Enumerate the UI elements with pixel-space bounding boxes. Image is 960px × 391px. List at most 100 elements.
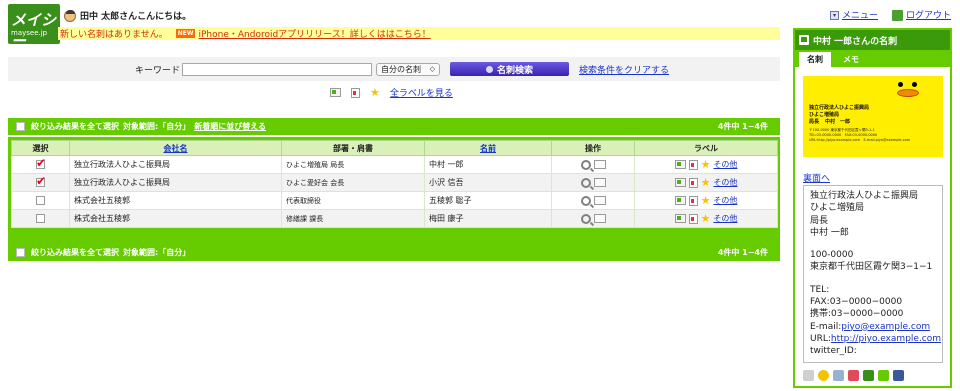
select-all-checkbox[interactable]: [16, 122, 25, 131]
tab-memo[interactable]: メモ: [835, 52, 867, 67]
name-cell: 中村 一郎: [424, 155, 552, 174]
header-name[interactable]: 名前: [424, 140, 552, 156]
card-label-icon[interactable]: [351, 87, 360, 98]
header-dept: 部署・肩書: [281, 140, 425, 156]
star-label-icon[interactable]: ★: [701, 195, 711, 206]
row-checkbox[interactable]: [36, 157, 46, 170]
notice-text: 新しい名刺はありません。: [60, 30, 168, 40]
scope-select[interactable]: 自分の名刺 ◇: [376, 62, 440, 76]
info-url-link[interactable]: http://piyo.example.com: [831, 334, 941, 344]
name-cell: 小沢 信吾: [424, 173, 552, 192]
greeting: 田中 太郎さんこんにちは。: [64, 9, 191, 22]
star-label-icon[interactable]: ★: [370, 87, 380, 98]
card-name: 中村 一郎: [825, 119, 851, 125]
label-filter-bar: ★ 全ラベルを見る: [330, 86, 453, 99]
header-select: 選択: [11, 140, 70, 156]
keyword-label: キーワード: [135, 65, 181, 76]
all-labels-link[interactable]: 全ラベルを見る: [390, 86, 453, 99]
star-label-icon[interactable]: ★: [701, 159, 711, 170]
mail-icon[interactable]: [593, 178, 606, 187]
search-button[interactable]: 名刺検索: [450, 62, 569, 76]
envelope-label-icon[interactable]: [674, 160, 686, 169]
card-label-icon[interactable]: [688, 195, 698, 206]
tab-card[interactable]: 名刺: [799, 52, 831, 67]
sort-company-link[interactable]: 会社名: [164, 144, 188, 153]
envelope-label-icon[interactable]: [674, 196, 686, 205]
info-name: 中村 一郎: [810, 227, 849, 238]
sort-name-link[interactable]: 名前: [480, 144, 496, 153]
header-company[interactable]: 会社名: [69, 140, 282, 156]
view-icon[interactable]: [580, 159, 591, 170]
card-org1: 独立行政法人ひよこ振興局: [809, 105, 870, 111]
card-back-link[interactable]: 裏面へ: [803, 171, 830, 184]
info-mobile: 携帯:03−0000−0000: [810, 309, 904, 320]
company-cell: 独立行政法人ひよこ振興局: [69, 173, 282, 192]
card-label-icon[interactable]: [688, 177, 698, 188]
select-all-checkbox[interactable]: [16, 248, 25, 257]
info-email-link[interactable]: piyo@example.com: [841, 322, 930, 332]
chart-icon[interactable]: [848, 370, 859, 381]
business-card-image[interactable]: 独立行政法人ひよこ振興局 ひよこ増殖局 局長 中村 一郎 〒100-0000 東…: [803, 76, 943, 157]
mail-icon[interactable]: [593, 214, 606, 223]
envelope-label-icon[interactable]: [674, 178, 686, 187]
other-labels-link[interactable]: その他: [713, 177, 737, 188]
notice-bar: 新しい名刺はありません。 NEW iPhone・Andoroidアプリリリース！…: [58, 27, 780, 40]
info-url-label: URL:: [810, 333, 831, 344]
user-avatar-icon: [64, 9, 76, 22]
logout-icon: [892, 10, 904, 21]
panel-tabs: 名刺 メモ: [795, 50, 950, 67]
info-company: 独立行政法人ひよこ振興局: [810, 191, 919, 201]
menu-link[interactable]: メニュー: [842, 11, 878, 21]
table-row[interactable]: 独立行政法人ひよこ振興局 ひよこ増殖局 局長 中村 一郎 ★その他: [11, 155, 778, 174]
other-labels-link[interactable]: その他: [713, 195, 737, 206]
sort-newest-link[interactable]: 新着順に並び替える: [194, 121, 266, 132]
mail-icon[interactable]: [593, 196, 606, 205]
message-icon[interactable]: [878, 370, 889, 381]
memo-icon[interactable]: [803, 370, 814, 381]
view-icon[interactable]: [580, 177, 591, 188]
table-row[interactable]: 独立行政法人ひよこ振興局 ひよこ愛好会 会長 小沢 信吾 ★その他: [11, 173, 778, 192]
star-label-icon[interactable]: ★: [701, 213, 711, 224]
table-row[interactable]: 株式会社五稜郭 代表取締役 五稜郭 聡子 ★ その他: [11, 191, 778, 210]
info-tel: TEL:: [810, 284, 830, 295]
app-release-link[interactable]: iPhone・Andoroidアプリリリース！詳しくははこちら！: [198, 27, 430, 40]
logo-domain: maysee.jp: [11, 29, 48, 37]
keyword-input[interactable]: [182, 62, 372, 76]
scope-text: 対象範囲:「自分」: [123, 248, 191, 257]
person-icon[interactable]: [818, 370, 829, 381]
row-checkbox[interactable]: [36, 214, 45, 223]
clear-conditions-link[interactable]: 検索条件をクリアする: [579, 63, 669, 76]
facebook-icon[interactable]: [893, 370, 904, 381]
search-orb-icon: [485, 65, 493, 73]
view-icon[interactable]: [580, 195, 591, 206]
other-labels-link[interactable]: その他: [713, 213, 737, 224]
card-label-icon[interactable]: [688, 159, 698, 170]
row-checkbox[interactable]: [36, 196, 45, 205]
panel-title: 中村 一郎さんの名刺: [813, 36, 898, 47]
mail-icon[interactable]: [593, 160, 606, 169]
info-address: 東京都千代田区霞ケ関3−1−1: [810, 262, 933, 273]
envelope-label-icon[interactable]: [674, 214, 686, 223]
logout-link[interactable]: ログアウト: [906, 11, 951, 21]
card-role: 局長: [809, 119, 820, 125]
info-dept: ひよこ増殖局: [810, 203, 865, 214]
table-row[interactable]: 株式会社五稜郭 修繕課 課長 梅田 康子 ★ その他: [11, 209, 778, 228]
card-org2: ひよこ増殖局: [809, 112, 840, 118]
chat-icon[interactable]: [833, 370, 844, 381]
company-cell: 株式会社五稜郭: [69, 191, 282, 210]
select-all-label: 絞り込み結果を全て選択: [31, 122, 119, 131]
dept-cell: ひよこ愛好会 会長: [281, 173, 425, 192]
other-labels-link[interactable]: その他: [713, 159, 737, 170]
card-detail-panel: 中村 一郎さんの名刺 名刺 メモ 独立行政法人ひよこ振興局 ひよこ増殖局 局長 …: [793, 28, 952, 388]
star-label-icon[interactable]: ★: [701, 177, 711, 188]
envelope-label-icon[interactable]: [330, 88, 341, 97]
app-logo[interactable]: メイシー maysee.jp: [8, 4, 60, 44]
info-title: 局長: [810, 215, 829, 226]
card-label-icon[interactable]: [688, 213, 698, 224]
row-checkbox[interactable]: [36, 175, 46, 188]
book-icon[interactable]: [863, 370, 874, 381]
dept-cell: ひよこ増殖局 局長: [281, 155, 425, 174]
view-icon[interactable]: [580, 213, 591, 224]
info-twitter: twitter_ID:: [810, 346, 857, 357]
results-table-wrapper: 選択 会社名 部署・肩書 名前 操作 ラベル 独立行政法人ひよこ振興局 ひよこ増…: [8, 137, 780, 244]
